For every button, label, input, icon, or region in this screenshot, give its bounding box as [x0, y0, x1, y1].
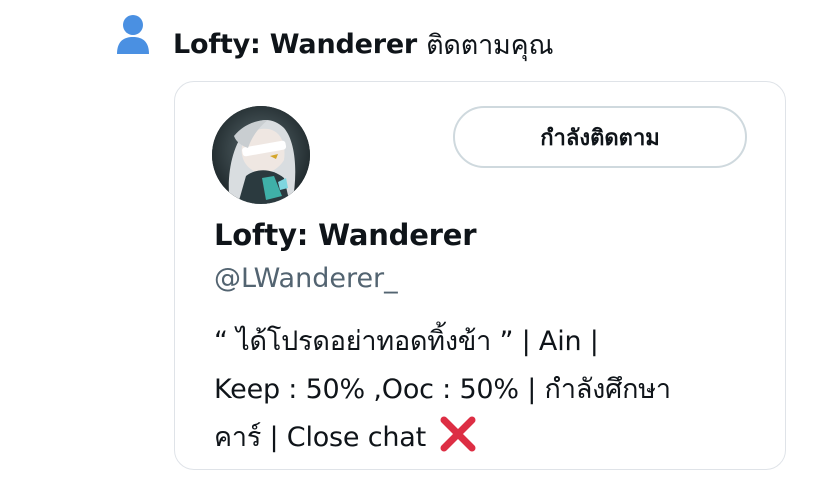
bio-line: “ ได้โปรดอย่าทอดทิ้งข้า ” | Ain | [214, 326, 599, 357]
notification-page: Lofty: Wanderer ติดตามคุณ กำลังติดตาม Lo… [0, 0, 827, 487]
notification-user-name[interactable]: Lofty: Wanderer [173, 29, 417, 60]
cross-mark-icon [438, 416, 478, 452]
bio-line-text: คาร์ | Close chat [214, 422, 427, 453]
user-handle[interactable]: @LWanderer_ [214, 263, 398, 294]
bio-line: Keep : 50% ,Ooc : 50% | กำลังศึกษา [214, 374, 671, 405]
bio-line-last: คาร์ | Close chat [214, 414, 762, 462]
notification-action: ติดตามคุณ [426, 29, 554, 61]
profile-bio: “ ได้โปรดอย่าทอดทิ้งข้า ” | Ain | Keep :… [214, 318, 762, 462]
notification-text: Lofty: Wanderer ติดตามคุณ [173, 22, 554, 66]
display-name[interactable]: Lofty: Wanderer [214, 218, 477, 252]
person-icon [115, 14, 151, 56]
following-button[interactable]: กำลังติดตาม [453, 106, 747, 168]
avatar[interactable] [212, 106, 310, 204]
